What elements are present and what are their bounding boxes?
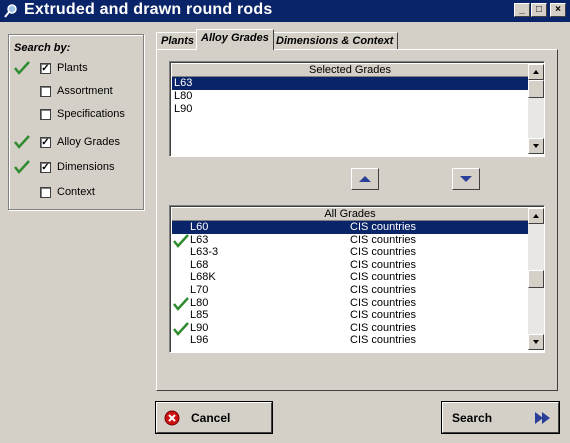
grade-row[interactable]: L60 CIS countries [172,221,528,234]
search-by-label: Specifications [57,108,125,120]
grade-region: CIS countries [350,321,417,334]
tab-dimensions-context[interactable]: Dimensions & Context [271,32,399,49]
title-bar: Extruded and drawn round rods _ □ × [0,0,570,22]
grade-name: L80 [174,90,193,102]
grade-name: L68K [190,271,216,284]
minimize-icon: _ [519,4,525,15]
search-by-label: Plants [57,62,88,74]
grade-row[interactable]: L80 CIS countries [172,296,528,311]
search-by-label: Alloy Grades [57,136,120,148]
grade-region: CIS countries [350,271,417,284]
maximize-button[interactable]: □ [531,3,547,17]
triangle-up-icon [533,214,539,218]
grade-row[interactable]: L85 CIS countries [172,309,528,322]
scroll-thumb[interactable] [528,270,544,288]
grade-name: L60 [190,221,209,233]
selected-grades-list[interactable]: Selected Grades L63 L80 L90 [169,61,545,157]
checkbox[interactable]: ✓ [40,162,51,173]
scroll-down-button[interactable] [528,334,544,350]
search-by-label: Dimensions [57,161,115,173]
green-check-icon [14,61,30,75]
arrow-up-icon [359,176,371,182]
grade-name: L96 [190,334,209,347]
triangle-down-icon [533,144,539,148]
grade-name: L68 [190,258,209,271]
triangle-up-icon [533,70,539,74]
cancel-icon [164,410,180,426]
checkbox[interactable]: ✓ [40,137,51,148]
fast-forward-icon [535,412,550,424]
close-icon: × [555,4,561,15]
tab-label: Alloy Grades [201,32,269,44]
search-button[interactable]: Search [441,401,560,434]
grade-region: CIS countries [350,221,417,233]
tab-label: Dimensions & Context [276,35,394,47]
selected-grade-row[interactable]: L63 [172,77,528,90]
selected-grade-row[interactable]: L80 [172,90,528,103]
minimize-button[interactable]: _ [514,3,530,17]
grade-name: L63-3 [190,246,219,259]
search-by-title: Search by: [14,42,71,54]
tab-alloy-grades[interactable]: Alloy Grades [196,29,274,50]
search-by-label: Assortment [57,85,113,97]
grade-region: CIS countries [350,246,417,259]
grade-name: L90 [174,103,193,115]
all-grades-list[interactable]: All Grades L60 CIS countries L63 CIS countr… [169,205,545,353]
maximize-icon: □ [535,4,543,15]
scroll-up-button[interactable] [528,208,544,224]
grade-region: CIS countries [350,309,417,322]
tab-plants[interactable]: Plants [156,32,200,49]
triangle-down-icon [533,340,539,344]
scroll-up-button[interactable] [528,64,544,80]
grade-row[interactable]: L70 CIS countries [172,284,528,297]
search-label: Search [452,411,493,425]
close-button[interactable]: × [550,3,566,17]
window-title: Extruded and drawn round rods [24,1,273,18]
all-grades-header: All Grades [172,208,528,221]
grade-region: CIS countries [350,233,417,246]
scroll-down-button[interactable] [528,138,544,154]
grade-row[interactable]: L63-3 CIS countries [172,246,528,259]
scroll-thumb[interactable] [528,80,544,98]
checkbox[interactable] [40,109,51,120]
grade-region: CIS countries [350,296,417,309]
search-by-label: Context [57,186,95,198]
grade-row[interactable]: L68 CIS countries [172,259,528,272]
move-up-button[interactable] [351,168,379,190]
grade-name: L63 [190,233,209,246]
grade-name: L80 [190,296,209,309]
grade-name: L70 [190,284,209,296]
tab-label: Plants [161,35,195,47]
grade-row[interactable]: L90 CIS countries [172,321,528,336]
grade-region: CIS countries [350,284,417,296]
grade-region: CIS countries [350,258,417,271]
cancel-label: Cancel [191,411,231,425]
arrow-down-icon [460,176,472,182]
magnifier-icon [4,4,17,18]
green-check-icon [14,160,30,174]
selected-grade-row[interactable]: L90 [172,103,528,116]
grade-row[interactable]: L96 CIS countries [172,334,528,347]
selected-grades-header: Selected Grades [172,64,528,77]
checkbox[interactable] [40,187,51,198]
all-grades-scrollbar[interactable] [528,208,544,350]
grade-name: L90 [190,321,209,334]
checkbox[interactable]: ✓ [40,63,51,74]
grade-name: L63 [174,77,193,89]
grade-row[interactable]: L68K CIS countries [172,271,528,284]
move-down-button[interactable] [452,168,480,190]
grade-region: CIS countries [350,334,417,347]
grade-name: L85 [190,309,209,322]
grade-row[interactable]: L63 CIS countries [172,233,528,248]
checkbox[interactable] [40,86,51,97]
selected-grades-scrollbar[interactable] [528,64,544,154]
cancel-button[interactable]: Cancel [155,401,273,434]
green-check-icon [14,135,30,149]
